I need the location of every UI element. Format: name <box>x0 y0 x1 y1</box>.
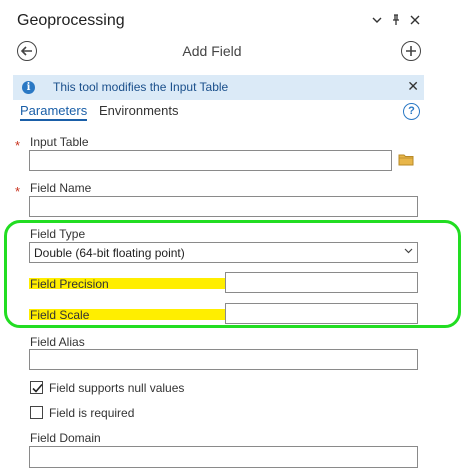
field-required-checkbox[interactable] <box>30 406 43 419</box>
input-table-field[interactable] <box>29 150 392 171</box>
close-icon[interactable] <box>410 14 420 29</box>
tool-header: Add Field <box>0 38 424 68</box>
pin-icon[interactable] <box>391 14 401 29</box>
null-values-label: Field supports null values <box>49 381 185 395</box>
null-values-checkbox[interactable] <box>30 381 43 394</box>
banner-message: This tool modifies the Input Table <box>53 80 229 94</box>
field-domain-label: Field Domain <box>30 431 101 445</box>
chevron-down-icon[interactable] <box>372 14 382 29</box>
field-name-input[interactable] <box>29 196 418 217</box>
field-required-label: Field is required <box>49 406 135 420</box>
field-domain-input[interactable] <box>29 446 418 468</box>
info-banner: i This tool modifies the Input Table ✕ <box>13 75 424 100</box>
annotation-outline <box>4 220 461 328</box>
add-button[interactable] <box>401 41 421 61</box>
required-marker: * <box>15 138 21 153</box>
info-icon: i <box>22 81 35 94</box>
pane-title: Geoprocessing <box>17 12 125 29</box>
help-icon[interactable]: ? <box>403 103 420 120</box>
folder-icon[interactable] <box>398 153 414 171</box>
tab-environments[interactable]: Environments <box>99 103 178 118</box>
plus-icon <box>406 46 416 56</box>
field-name-label: Field Name <box>30 181 92 195</box>
tool-title: Add Field <box>182 43 242 59</box>
input-table-label: Input Table <box>30 135 89 149</box>
banner-close-icon[interactable]: ✕ <box>407 78 419 95</box>
checkmark-icon <box>32 383 43 393</box>
titlebar-controls <box>372 14 420 29</box>
required-marker: * <box>15 184 21 199</box>
field-alias-input[interactable] <box>29 349 418 370</box>
field-alias-label: Field Alias <box>30 335 85 349</box>
pane-titlebar: Geoprocessing <box>0 0 424 38</box>
tab-parameters[interactable]: Parameters <box>20 103 88 121</box>
